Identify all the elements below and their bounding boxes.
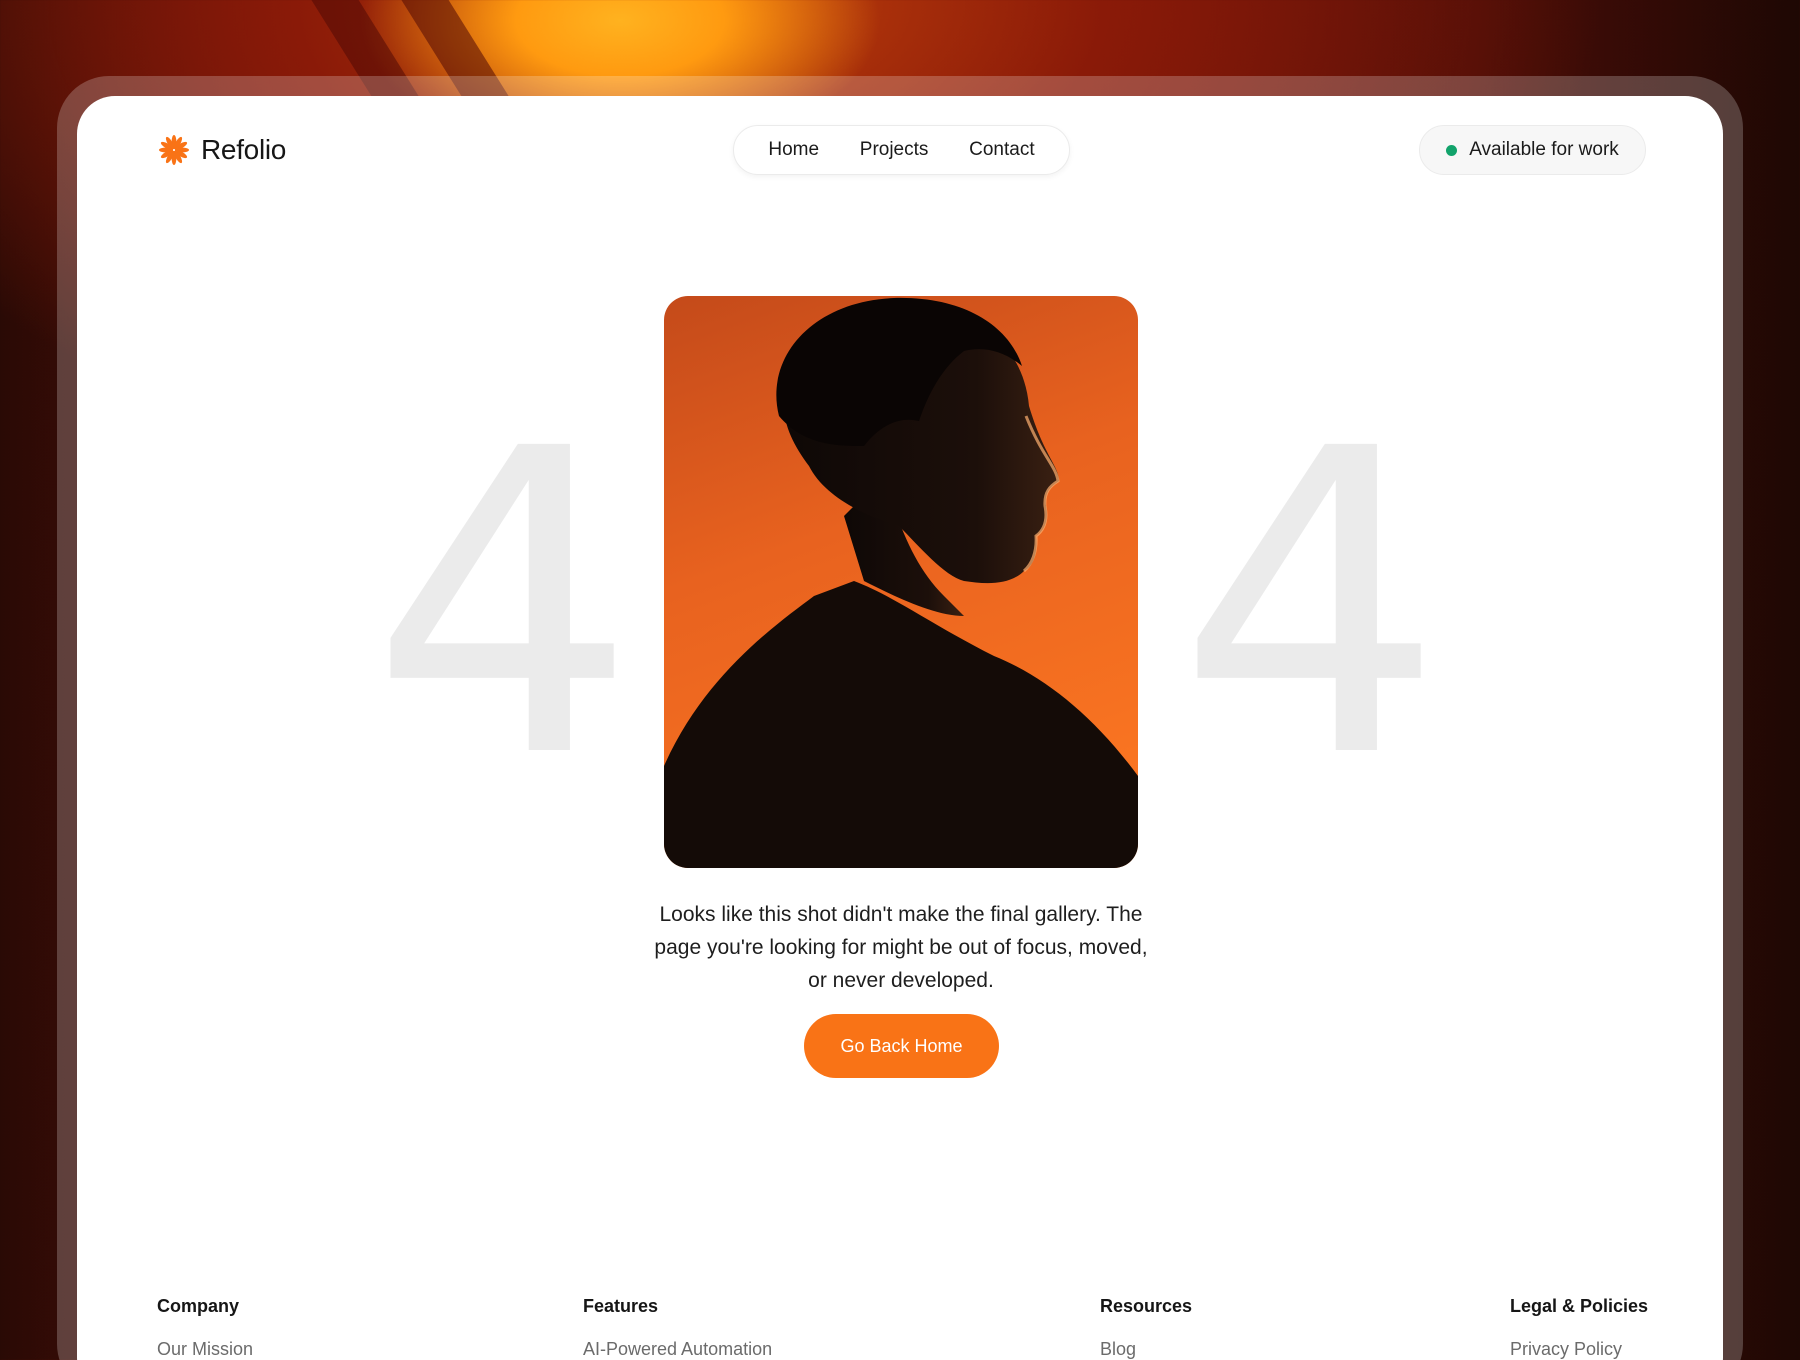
error-portrait-image [664, 296, 1138, 868]
main-nav: Home Projects Contact [733, 125, 1070, 175]
page-card: Refolio Home Projects Contact Available … [77, 96, 1723, 1360]
footer-link-privacy-policy[interactable]: Privacy Policy [1510, 1339, 1648, 1360]
brand-logo[interactable]: Refolio [157, 133, 286, 167]
availability-badge[interactable]: Available for work [1419, 125, 1646, 175]
availability-label: Available for work [1469, 139, 1619, 160]
error-digit-left: 4 [370, 361, 638, 850]
footer-column-resources: Resources Blog [1100, 1296, 1192, 1360]
nav-item-home[interactable]: Home [760, 133, 827, 167]
footer-link-ai-automation[interactable]: AI-Powered Automation [583, 1339, 772, 1360]
footer-column-company: Company Our Mission [157, 1296, 253, 1360]
footer-column-features: Features AI-Powered Automation [583, 1296, 772, 1360]
go-back-home-button[interactable]: Go Back Home [804, 1014, 999, 1078]
error-message: Looks like this shot didn't make the fin… [654, 903, 1148, 992]
brand-name: Refolio [201, 134, 287, 165]
status-dot-icon [1446, 144, 1458, 156]
footer-heading: Legal & Policies [1510, 1296, 1649, 1316]
silhouette-portrait-icon [664, 297, 1138, 868]
footer-column-legal: Legal & Policies Privacy Policy [1510, 1296, 1648, 1360]
footer-heading: Company [157, 1296, 240, 1316]
footer-link-blog[interactable]: Blog [1100, 1339, 1192, 1360]
footer-link-our-mission[interactable]: Our Mission [157, 1339, 253, 1360]
footer-heading: Resources [1100, 1296, 1193, 1316]
nav-item-projects[interactable]: Projects [852, 133, 937, 167]
nav-item-contact[interactable]: Contact [961, 133, 1042, 167]
footer-heading: Features [583, 1296, 659, 1316]
sunburst-logo-icon [159, 135, 189, 165]
error-digit-right: 4 [1177, 361, 1445, 850]
